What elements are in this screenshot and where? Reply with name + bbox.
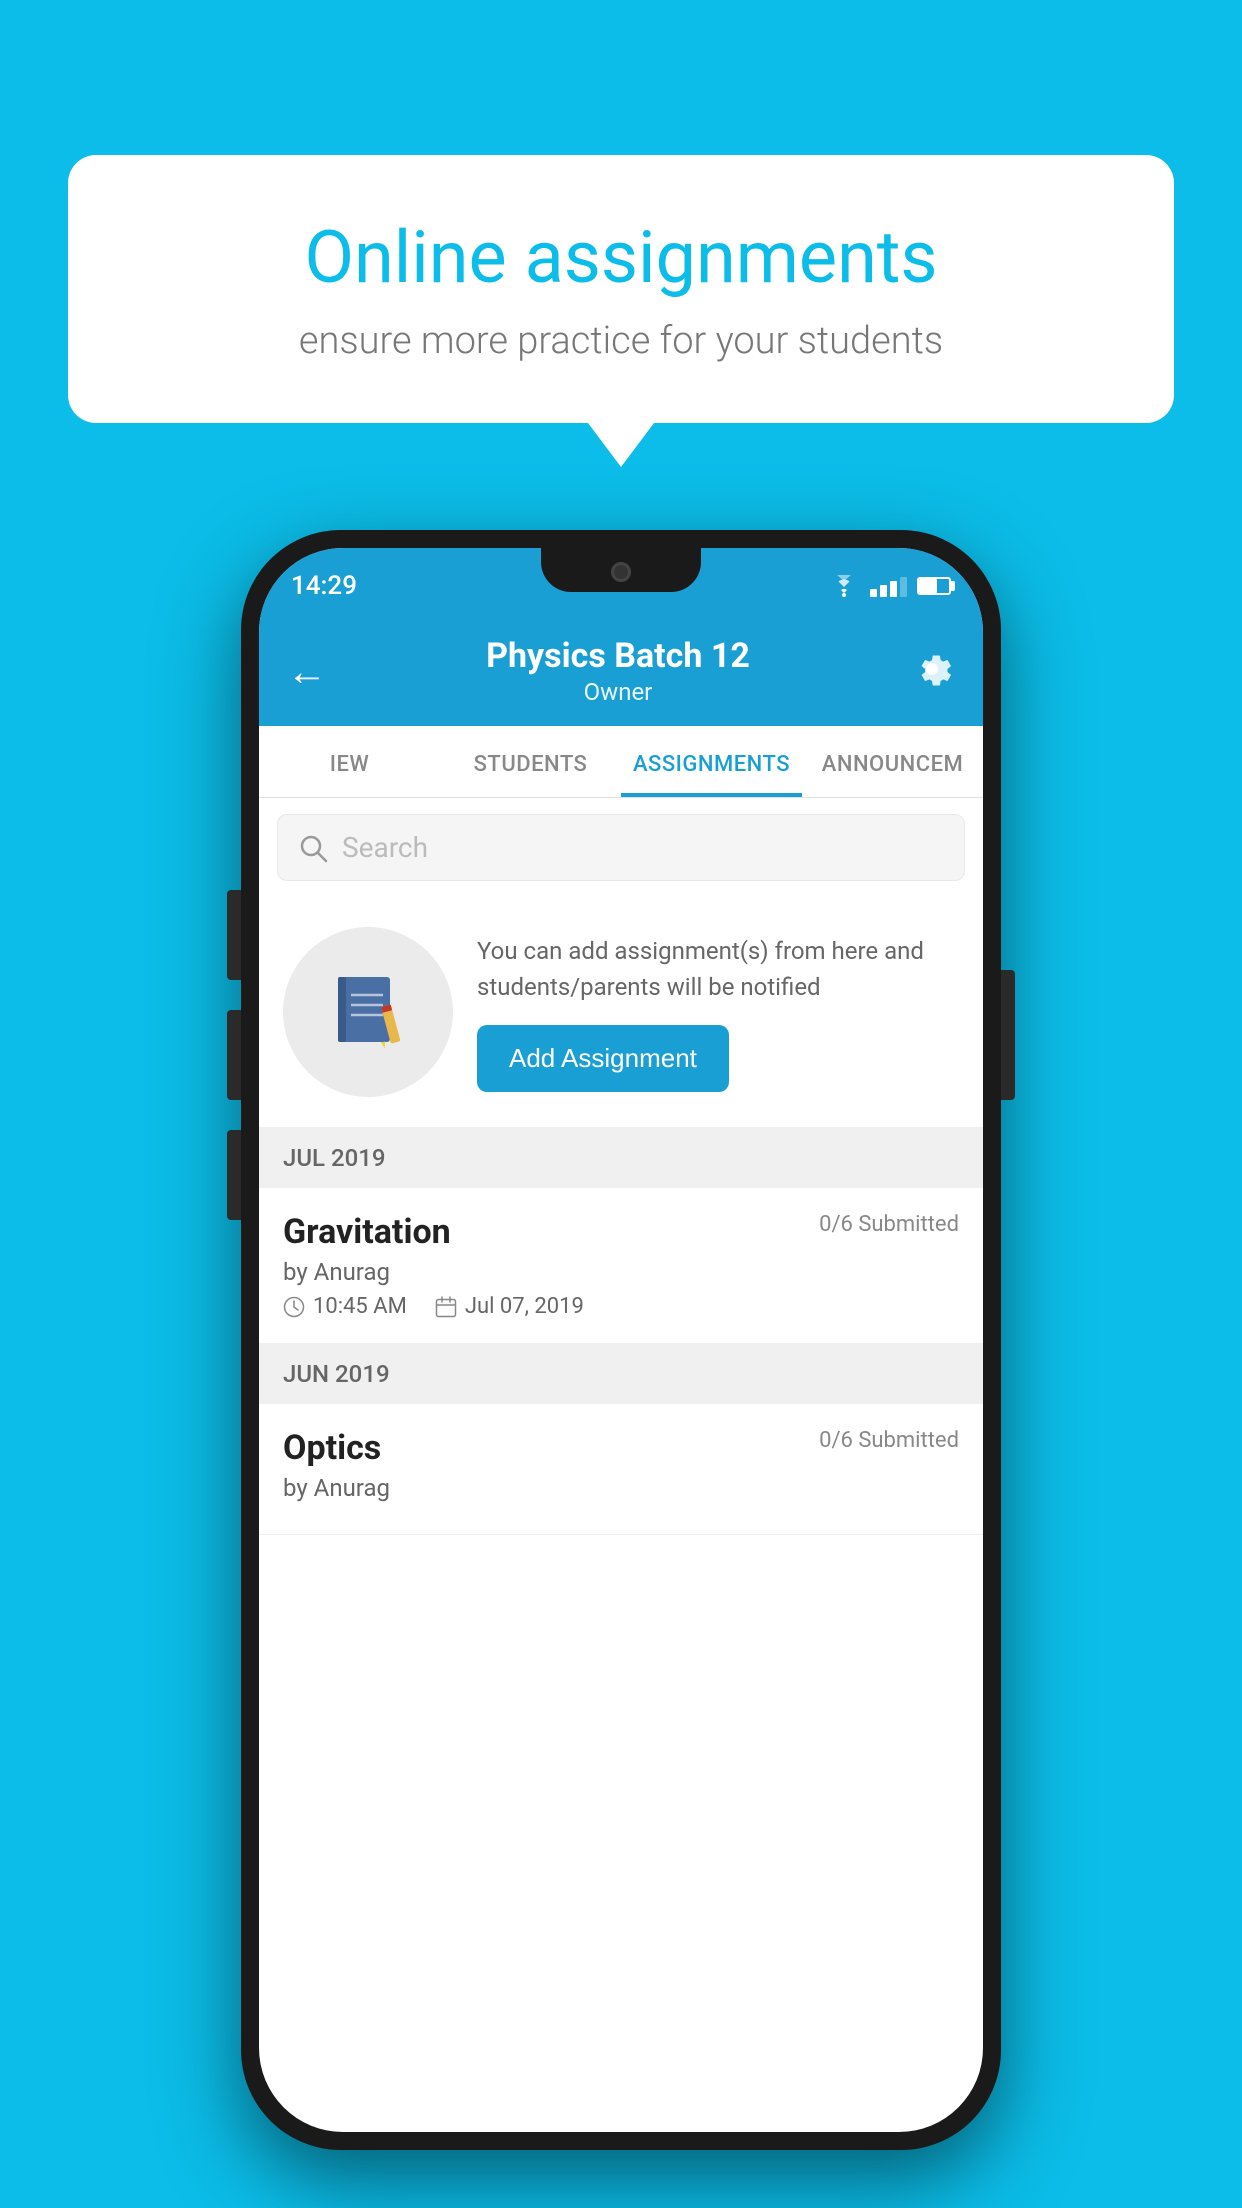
assignment-submitted: 0/6 Submitted xyxy=(819,1212,959,1237)
signal-icon xyxy=(870,575,907,597)
tab-students[interactable]: STUDENTS xyxy=(440,726,621,797)
assignment-row1-optics: Optics 0/6 Submitted xyxy=(283,1428,959,1468)
tab-announcements[interactable]: ANNOUNCEM xyxy=(802,726,983,797)
calendar-icon xyxy=(435,1296,457,1318)
speech-bubble-container: Online assignments ensure more practice … xyxy=(68,155,1174,423)
wifi-icon xyxy=(828,575,860,597)
status-icons xyxy=(828,575,951,597)
add-assignment-button[interactable]: Add Assignment xyxy=(477,1025,729,1092)
search-icon xyxy=(298,833,328,863)
search-bar[interactable]: Search xyxy=(277,814,965,881)
assignment-submitted-optics: 0/6 Submitted xyxy=(819,1428,959,1453)
phone-screen: 14:29 xyxy=(259,548,983,2132)
speech-bubble: Online assignments ensure more practice … xyxy=(68,155,1174,423)
header-subtitle: Owner xyxy=(486,678,750,706)
assignment-row1: Gravitation 0/6 Submitted xyxy=(283,1212,959,1252)
header-title-group: Physics Batch 12 Owner xyxy=(486,636,750,706)
assignment-item-optics[interactable]: Optics 0/6 Submitted by Anurag xyxy=(259,1404,983,1535)
speech-bubble-title: Online assignments xyxy=(138,215,1104,301)
phone-outer: 14:29 xyxy=(241,530,1001,2150)
notebook-icon xyxy=(323,967,413,1057)
assignment-meta: 10:45 AM Jul 07, 2019 xyxy=(283,1294,959,1319)
tab-assignments[interactable]: ASSIGNMENTS xyxy=(621,726,802,797)
assignment-date: Jul 07, 2019 xyxy=(435,1294,584,1319)
assignment-name-optics: Optics xyxy=(283,1428,381,1468)
app-header: ← Physics Batch 12 Owner xyxy=(259,616,983,726)
assignment-name: Gravitation xyxy=(283,1212,451,1252)
clock-icon xyxy=(283,1296,305,1318)
promo-icon-circle xyxy=(283,927,453,1097)
promo-text-area: You can add assignment(s) from here and … xyxy=(477,933,959,1092)
tab-iew[interactable]: IEW xyxy=(259,726,440,797)
assignment-by-optics: by Anurag xyxy=(283,1474,959,1502)
phone-camera xyxy=(611,562,631,582)
assignment-by: by Anurag xyxy=(283,1258,959,1286)
promo-section: You can add assignment(s) from here and … xyxy=(259,897,983,1128)
header-title: Physics Batch 12 xyxy=(486,636,750,676)
phone-notch xyxy=(541,548,701,592)
gear-icon xyxy=(909,646,955,692)
assignment-item-gravitation[interactable]: Gravitation 0/6 Submitted by Anurag 10:4… xyxy=(259,1188,983,1344)
search-placeholder: Search xyxy=(342,831,428,864)
battery-icon xyxy=(917,577,951,595)
status-time: 14:29 xyxy=(291,571,357,601)
section-header-jun: JUN 2019 xyxy=(259,1344,983,1404)
speech-bubble-subtitle: ensure more practice for your students xyxy=(138,319,1104,363)
tabs-container: IEW STUDENTS ASSIGNMENTS ANNOUNCEM xyxy=(259,726,983,798)
search-bar-container: Search xyxy=(259,798,983,897)
back-button[interactable]: ← xyxy=(287,648,327,695)
section-header-jul: JUL 2019 xyxy=(259,1128,983,1188)
promo-description: You can add assignment(s) from here and … xyxy=(477,933,959,1005)
phone-device: 14:29 xyxy=(241,530,1001,2150)
assignment-time: 10:45 AM xyxy=(283,1294,407,1319)
settings-button[interactable] xyxy=(909,646,955,696)
